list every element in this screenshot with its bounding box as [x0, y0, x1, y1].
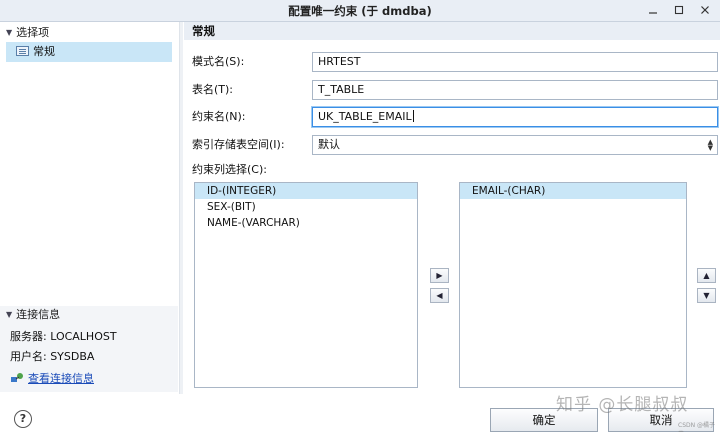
constraint-name-input[interactable]: UK_TABLE_EMAIL — [312, 107, 718, 127]
schema-field[interactable]: HRTEST — [312, 52, 718, 72]
page-title: 常规 — [192, 24, 215, 38]
minimize-icon[interactable] — [642, 3, 664, 19]
move-right-button[interactable]: ▶ — [430, 268, 449, 283]
schema-label: 模式名(S): — [192, 55, 245, 68]
panel-splitter[interactable] — [179, 22, 183, 394]
selected-columns-list[interactable]: EMAIL-(CHAR) — [459, 182, 687, 388]
move-left-button[interactable]: ◀ — [430, 288, 449, 303]
window-title: 配置唯一约束 (于 dmdba) — [288, 4, 432, 18]
table-field[interactable]: T_TABLE — [312, 80, 718, 100]
move-up-button[interactable]: ▲ — [697, 268, 716, 283]
tablespace-select[interactable]: 默认 ▲ ▼ — [312, 135, 718, 155]
view-connection-link-row[interactable]: 查看连接信息 — [10, 369, 94, 389]
sidebar-item-label: 常规 — [33, 45, 55, 58]
collapse-triangle-icon[interactable]: ▼ — [6, 306, 12, 324]
columns-label: 约束列选择(C): — [192, 163, 267, 176]
close-icon[interactable] — [694, 3, 716, 19]
connection-section-label: 连接信息 — [16, 308, 61, 321]
connection-icon — [11, 373, 23, 382]
user-info: 用户名: SYSDBA — [10, 350, 95, 363]
sidebar-section-options[interactable]: ▼ 选择项 — [0, 24, 178, 42]
sidebar-item-general[interactable]: 常规 — [6, 42, 172, 62]
list-item[interactable]: SEX-(BIT) — [195, 199, 417, 215]
watermark-small: CSDN @橘子慕 — [678, 422, 716, 432]
server-info: 服务器: LOCALHOST — [10, 330, 117, 343]
page-icon — [16, 46, 29, 56]
constraint-name-value: UK_TABLE_EMAIL — [318, 110, 412, 123]
sidebar-section-label: 选择项 — [16, 26, 50, 39]
constraint-name-label: 约束名(N): — [192, 110, 246, 123]
text-cursor — [412, 110, 414, 122]
tablespace-label: 索引存储表空间(I): — [192, 138, 285, 151]
help-icon[interactable]: ? — [14, 410, 32, 428]
available-columns-list[interactable]: ID-(INTEGER) SEX-(BIT) NAME-(VARCHAR) — [194, 182, 418, 388]
dropdown-spinner-icon: ▲ ▼ — [707, 138, 713, 152]
watermark: 知乎 @长腿叔叔 — [556, 395, 689, 415]
view-connection-link[interactable]: 查看连接信息 — [28, 372, 94, 385]
sidebar-section-connection[interactable]: ▼ 连接信息 — [0, 306, 178, 324]
move-down-button[interactable]: ▼ — [697, 288, 716, 303]
heading-bar — [184, 22, 720, 40]
tablespace-value: 默认 — [318, 138, 340, 151]
table-label: 表名(T): — [192, 83, 234, 96]
list-item[interactable]: NAME-(VARCHAR) — [195, 215, 417, 231]
list-item[interactable]: ID-(INTEGER) — [195, 183, 417, 199]
list-item[interactable]: EMAIL-(CHAR) — [460, 183, 686, 199]
collapse-triangle-icon[interactable]: ▼ — [6, 24, 12, 42]
maximize-icon[interactable] — [668, 3, 690, 19]
